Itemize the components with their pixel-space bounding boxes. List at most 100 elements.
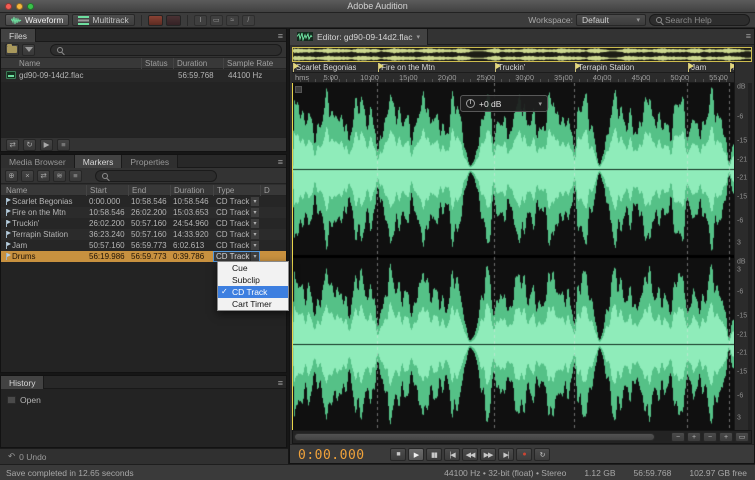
panel-menu-icon[interactable]: ≡ — [278, 376, 283, 389]
tab-markers[interactable]: Markers — [74, 155, 123, 168]
loop-button[interactable]: ↻ — [534, 448, 550, 461]
time-ruler[interactable]: hms 5:00 10:00 15:00 20:00 25:00 30:00 35:00 40… — [292, 73, 734, 83]
insert-into-multitrack-button[interactable]: ⇄ — [6, 138, 19, 151]
add-marker-button[interactable]: ⊕ — [5, 169, 18, 182]
merge-markers-button[interactable]: ⇄ — [37, 169, 50, 182]
volume-hud[interactable]: +0 dB ▾ — [460, 95, 548, 112]
marker-row[interactable]: Fire on the Mtn 10:58.546 26:02.200 15:0… — [1, 207, 286, 218]
delete-marker-button[interactable]: × — [21, 169, 34, 182]
main-area: Files ≡ Name Status Duration Sample Rate — [0, 28, 755, 464]
overview-range-box[interactable] — [292, 47, 752, 62]
help-search-input[interactable] — [665, 15, 743, 25]
horizontal-scrollbar[interactable]: − + − + ▭ — [292, 430, 752, 444]
workspace-dropdown[interactable]: Default ▾ — [576, 14, 646, 26]
markers-search-input[interactable] — [111, 170, 210, 181]
marker-flag[interactable]: Fire on the Mtn — [378, 63, 435, 72]
tab-history[interactable]: History — [1, 376, 45, 389]
menu-item-cd-track[interactable]: ✓ CD Track — [218, 286, 288, 298]
zoom-in-horizontal-button[interactable]: + — [687, 432, 701, 442]
panel-menu-icon[interactable]: ≡ — [746, 29, 751, 42]
vertical-zoom-strip[interactable] — [748, 83, 752, 430]
panel-menu-icon[interactable]: ≡ — [278, 155, 283, 168]
marker-flag[interactable]: Scarlet Begonias — [293, 63, 356, 72]
time-selection-tool-button[interactable]: I — [193, 14, 207, 26]
tab-files[interactable]: Files — [1, 29, 36, 42]
stop-button[interactable]: ■ — [390, 448, 406, 461]
brush-tool-button[interactable]: / — [241, 14, 255, 26]
marquee-tool-button[interactable]: ▭ — [209, 14, 223, 26]
volume-knob-icon[interactable] — [466, 99, 475, 108]
zoom-in-vertical-button[interactable]: + — [719, 432, 733, 442]
import-file-button[interactable] — [22, 43, 35, 56]
waveform-view-button[interactable]: Waveform — [5, 14, 70, 26]
marker-flag[interactable]: Terrapin Station — [575, 63, 634, 72]
file-row[interactable]: gd90-09-14d2.flac 56:59.768 44100 Hz — [1, 70, 286, 82]
column-header-status[interactable]: Status — [141, 58, 173, 69]
marker-flag[interactable]: Truckin' — [494, 63, 525, 72]
menu-item-cart-timer[interactable]: Cart Timer — [218, 298, 288, 310]
marker-flag-icon — [6, 198, 11, 205]
lasso-tool-button[interactable]: ≈ — [225, 14, 239, 26]
column-header-end[interactable]: End — [128, 185, 170, 196]
tab-properties[interactable]: Properties — [122, 155, 179, 168]
marker-type-combo[interactable]: CD Track ▾ — [213, 240, 260, 251]
column-header-duration[interactable]: Duration — [170, 185, 213, 196]
statusbar: Save completed in 12.65 seconds 44100 Hz… — [0, 464, 755, 480]
tab-media-browser[interactable]: Media Browser — [1, 155, 75, 168]
files-search-input[interactable] — [66, 44, 275, 55]
tab-editor[interactable]: Editor: gd90-09-14d2.flac ▾ — [290, 28, 428, 45]
column-header-description[interactable]: D — [260, 185, 286, 196]
zoom-out-horizontal-button[interactable]: − — [671, 432, 685, 442]
record-button[interactable]: ● — [516, 448, 532, 461]
history-item-open[interactable]: Open — [1, 394, 286, 406]
marker-row[interactable]: Scarlet Begonias 0:00.000 10:58.546 10:5… — [1, 196, 286, 207]
column-header-name[interactable]: Name — [1, 58, 141, 69]
minimize-button[interactable] — [16, 3, 23, 10]
loop-playback-button[interactable]: ↻ — [23, 138, 36, 151]
db-ruler[interactable]: dB 3 -6 -6 -15 -15 -21 -21 dB 3 3 -6 -6 -15 -15 -21 -21 — [734, 83, 752, 430]
rewind-button[interactable]: ◀◀ — [462, 448, 478, 461]
zoom-out-vertical-button[interactable]: − — [703, 432, 717, 442]
waveform-display[interactable]: +0 dB ▾ — [292, 83, 734, 430]
column-header-name[interactable]: Name — [1, 185, 86, 196]
open-file-button[interactable] — [5, 43, 19, 56]
skip-back-button[interactable]: |◀ — [444, 448, 460, 461]
time-display[interactable]: 0:00.000 — [298, 448, 365, 463]
fast-forward-button[interactable]: ▶▶ — [480, 448, 496, 461]
menu-item-subclip[interactable]: Subclip — [218, 274, 288, 286]
marker-flag[interactable]: Jam — [688, 63, 706, 72]
db-scale-label: -21 — [737, 174, 748, 182]
column-header-duration[interactable]: Duration — [173, 58, 223, 69]
scrollbar-handle[interactable] — [294, 433, 655, 441]
play-button[interactable]: ▶ — [408, 448, 424, 461]
menu-item-cue[interactable]: Cue — [218, 262, 288, 274]
multitrack-view-button[interactable]: Multitrack — [72, 14, 135, 26]
column-header-start[interactable]: Start — [86, 185, 128, 196]
close-button[interactable] — [5, 3, 12, 10]
pause-button[interactable]: ▮▮ — [426, 448, 442, 461]
marker-type-combo[interactable]: CD Track ▾ — [213, 196, 260, 207]
marker-options-button[interactable]: ≡ — [69, 169, 82, 182]
overview-strip[interactable] — [292, 47, 752, 62]
files-options-button[interactable]: ≡ — [57, 138, 70, 151]
marker-type-combo[interactable]: CD Track ▾ — [213, 207, 260, 218]
auto-play-button[interactable]: ▶ — [40, 138, 53, 151]
maximize-button[interactable] — [27, 3, 34, 10]
marker-type-combo[interactable]: CD Track ▾ — [213, 218, 260, 229]
panel-menu-icon[interactable]: ≡ — [278, 29, 283, 42]
marker-row[interactable]: Truckin' 26:02.200 50:57.160 24:54.960 C… — [1, 218, 286, 229]
column-header-sample-rate[interactable]: Sample Rate — [223, 58, 286, 69]
spectral-pitch-button[interactable] — [165, 14, 181, 26]
column-header-type[interactable]: Type — [213, 185, 260, 196]
marker-lane[interactable]: Scarlet Begonias Fire on the Mtn Truckin' T… — [292, 62, 734, 73]
playhead[interactable] — [292, 83, 293, 430]
preview-toggle-icon[interactable] — [295, 86, 302, 93]
marker-row[interactable]: Terrapin Station 36:23.240 50:57.160 14:… — [1, 229, 286, 240]
export-markers-button[interactable]: ≋ — [53, 169, 66, 182]
skip-forward-button[interactable]: ▶| — [498, 448, 514, 461]
marker-row[interactable]: Jam 50:57.160 56:59.773 6:02.613 CD Trac… — [1, 240, 286, 251]
zoom-full-button[interactable]: ▭ — [735, 432, 749, 442]
multitrack-view-label: Multitrack — [92, 15, 129, 25]
spectral-frequency-button[interactable] — [147, 14, 163, 26]
marker-type-combo[interactable]: CD Track ▾ — [213, 229, 260, 240]
